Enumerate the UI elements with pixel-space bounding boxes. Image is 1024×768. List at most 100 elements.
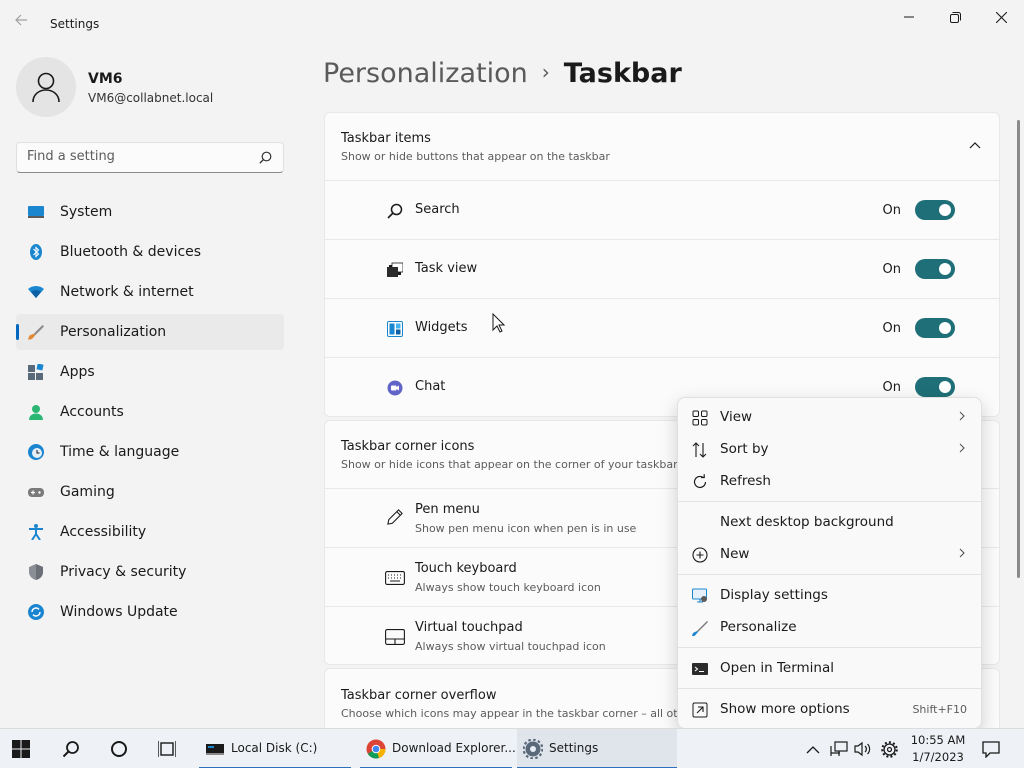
setting-row-task-view: Task view On bbox=[325, 240, 999, 299]
minimize-button[interactable] bbox=[886, 6, 932, 28]
mouse-cursor-icon bbox=[492, 313, 505, 333]
menu-item-label: Display settings bbox=[720, 587, 828, 603]
breadcrumb-parent[interactable]: Personalization bbox=[323, 58, 528, 89]
taskbar-app-chrome[interactable]: Download Explorer... bbox=[360, 729, 516, 768]
sidebar-item-time-language[interactable]: Time & language bbox=[16, 434, 284, 470]
sidebar-item-gaming[interactable]: Gaming bbox=[16, 474, 284, 510]
network-icon bbox=[830, 741, 848, 756]
close-button[interactable] bbox=[978, 6, 1024, 28]
taskbar-app-file-explorer[interactable]: Local Disk (C:) bbox=[199, 729, 351, 768]
sidebar-item-label: System bbox=[60, 204, 113, 220]
section-title: Taskbar corner icons bbox=[341, 439, 475, 454]
sidebar-item-apps[interactable]: Apps bbox=[16, 354, 284, 390]
gear-icon bbox=[881, 740, 898, 758]
scrollbar[interactable] bbox=[1017, 120, 1020, 578]
menu-item-next-background[interactable]: Next desktop background bbox=[682, 507, 979, 537]
sidebar-item-bluetooth[interactable]: Bluetooth & devices bbox=[16, 234, 284, 270]
more-options-icon bbox=[692, 702, 708, 718]
touchpad-icon bbox=[385, 629, 405, 645]
notifications-button[interactable] bbox=[982, 729, 1002, 768]
widgets-toggle[interactable] bbox=[915, 318, 955, 338]
sidebar-item-label: Privacy & security bbox=[60, 564, 187, 580]
network-tray-button[interactable] bbox=[830, 729, 848, 768]
display-settings-icon bbox=[692, 588, 707, 603]
menu-item-view[interactable]: View bbox=[682, 402, 979, 432]
windows-logo-icon bbox=[12, 740, 30, 758]
brush-icon bbox=[28, 325, 44, 340]
taskbar-search-button[interactable] bbox=[62, 729, 86, 768]
terminal-icon bbox=[692, 663, 708, 675]
search-icon bbox=[259, 151, 272, 164]
avatar bbox=[16, 57, 76, 117]
maximize-button[interactable] bbox=[932, 6, 978, 28]
menu-item-label: View bbox=[720, 409, 753, 425]
menu-item-label: Show more options bbox=[720, 701, 850, 717]
sidebar-item-system[interactable]: System bbox=[16, 194, 284, 230]
menu-item-sort-by[interactable]: Sort by bbox=[682, 434, 979, 464]
back-button[interactable] bbox=[14, 12, 36, 36]
menu-item-new[interactable]: New bbox=[682, 539, 979, 569]
sidebar-item-label: Accessibility bbox=[60, 524, 147, 540]
setting-label: Widgets bbox=[415, 320, 468, 335]
setting-label: Task view bbox=[415, 261, 478, 276]
accessibility-icon bbox=[29, 524, 43, 540]
task-view-toggle[interactable] bbox=[915, 259, 955, 279]
menu-item-personalize[interactable]: Personalize bbox=[682, 612, 979, 642]
setting-label: Virtual touchpad bbox=[415, 620, 523, 635]
brush-icon bbox=[692, 621, 708, 636]
sidebar-item-label: Network & internet bbox=[60, 284, 194, 300]
taskbar-clock[interactable]: 10:55 AM 1/7/2023 bbox=[908, 732, 968, 766]
sidebar-item-privacy[interactable]: Privacy & security bbox=[16, 554, 284, 590]
menu-item-label: Open in Terminal bbox=[720, 660, 834, 676]
sidebar-item-accounts[interactable]: Accounts bbox=[16, 394, 284, 430]
volume-tray-button[interactable] bbox=[854, 729, 872, 768]
settings-search[interactable] bbox=[16, 142, 284, 173]
menu-item-show-more-options[interactable]: Show more options Shift+F10 bbox=[682, 694, 979, 724]
desktop-context-menu: View Sort by Refresh Next desktop backgr… bbox=[677, 397, 982, 729]
chevron-right-icon bbox=[959, 411, 965, 421]
menu-item-label: New bbox=[720, 546, 750, 562]
start-button[interactable] bbox=[12, 729, 38, 768]
chevron-up-icon[interactable] bbox=[969, 141, 981, 149]
widgets-icon bbox=[387, 321, 403, 337]
sidebar-nav: System Bluetooth & devices Network & int… bbox=[16, 194, 284, 634]
menu-item-refresh[interactable]: Refresh bbox=[682, 466, 979, 496]
sidebar-item-windows-update[interactable]: Windows Update bbox=[16, 594, 284, 630]
setting-row-widgets: Widgets On bbox=[325, 299, 999, 358]
view-grid-icon bbox=[692, 410, 708, 426]
sidebar-item-label: Time & language bbox=[60, 444, 180, 460]
section-title: Taskbar corner overflow bbox=[341, 688, 497, 703]
chat-toggle[interactable] bbox=[915, 377, 955, 397]
sidebar-item-label: Apps bbox=[60, 364, 95, 380]
setting-label: Pen menu bbox=[415, 502, 480, 517]
task-view-icon bbox=[387, 262, 403, 277]
sidebar-item-network[interactable]: Network & internet bbox=[16, 274, 284, 310]
close-icon bbox=[995, 11, 1007, 23]
settings-tray-button[interactable] bbox=[881, 729, 899, 768]
update-icon bbox=[28, 604, 44, 620]
refresh-icon bbox=[693, 474, 707, 488]
taskbar-items-header[interactable]: Taskbar items Show or hide buttons that … bbox=[325, 113, 999, 181]
toggle-state: On bbox=[882, 380, 901, 395]
system-icon bbox=[28, 206, 44, 218]
taskbar-app-settings[interactable]: Settings bbox=[517, 729, 677, 768]
pen-icon bbox=[387, 509, 403, 525]
section-title: Taskbar items bbox=[341, 131, 431, 146]
search-input[interactable] bbox=[27, 149, 247, 164]
page-title: Taskbar bbox=[563, 58, 682, 89]
sidebar-item-personalization[interactable]: Personalization bbox=[16, 314, 284, 350]
sidebar-item-accessibility[interactable]: Accessibility bbox=[16, 514, 284, 550]
menu-separator bbox=[678, 501, 981, 502]
menu-item-display-settings[interactable]: Display settings bbox=[682, 580, 979, 610]
window-title: Settings bbox=[50, 17, 100, 31]
show-hidden-icons-button[interactable] bbox=[806, 729, 822, 768]
search-toggle[interactable] bbox=[915, 200, 955, 220]
user-name: VM6 bbox=[88, 71, 123, 87]
menu-item-open-terminal[interactable]: Open in Terminal bbox=[682, 653, 979, 683]
user-profile[interactable]: VM6 VM6@collabnet.local bbox=[16, 57, 286, 119]
settings-gear-icon bbox=[523, 739, 543, 759]
cortana-button[interactable] bbox=[110, 729, 132, 768]
task-view-button[interactable] bbox=[158, 729, 180, 768]
search-icon bbox=[387, 203, 403, 219]
chat-icon bbox=[387, 380, 403, 396]
